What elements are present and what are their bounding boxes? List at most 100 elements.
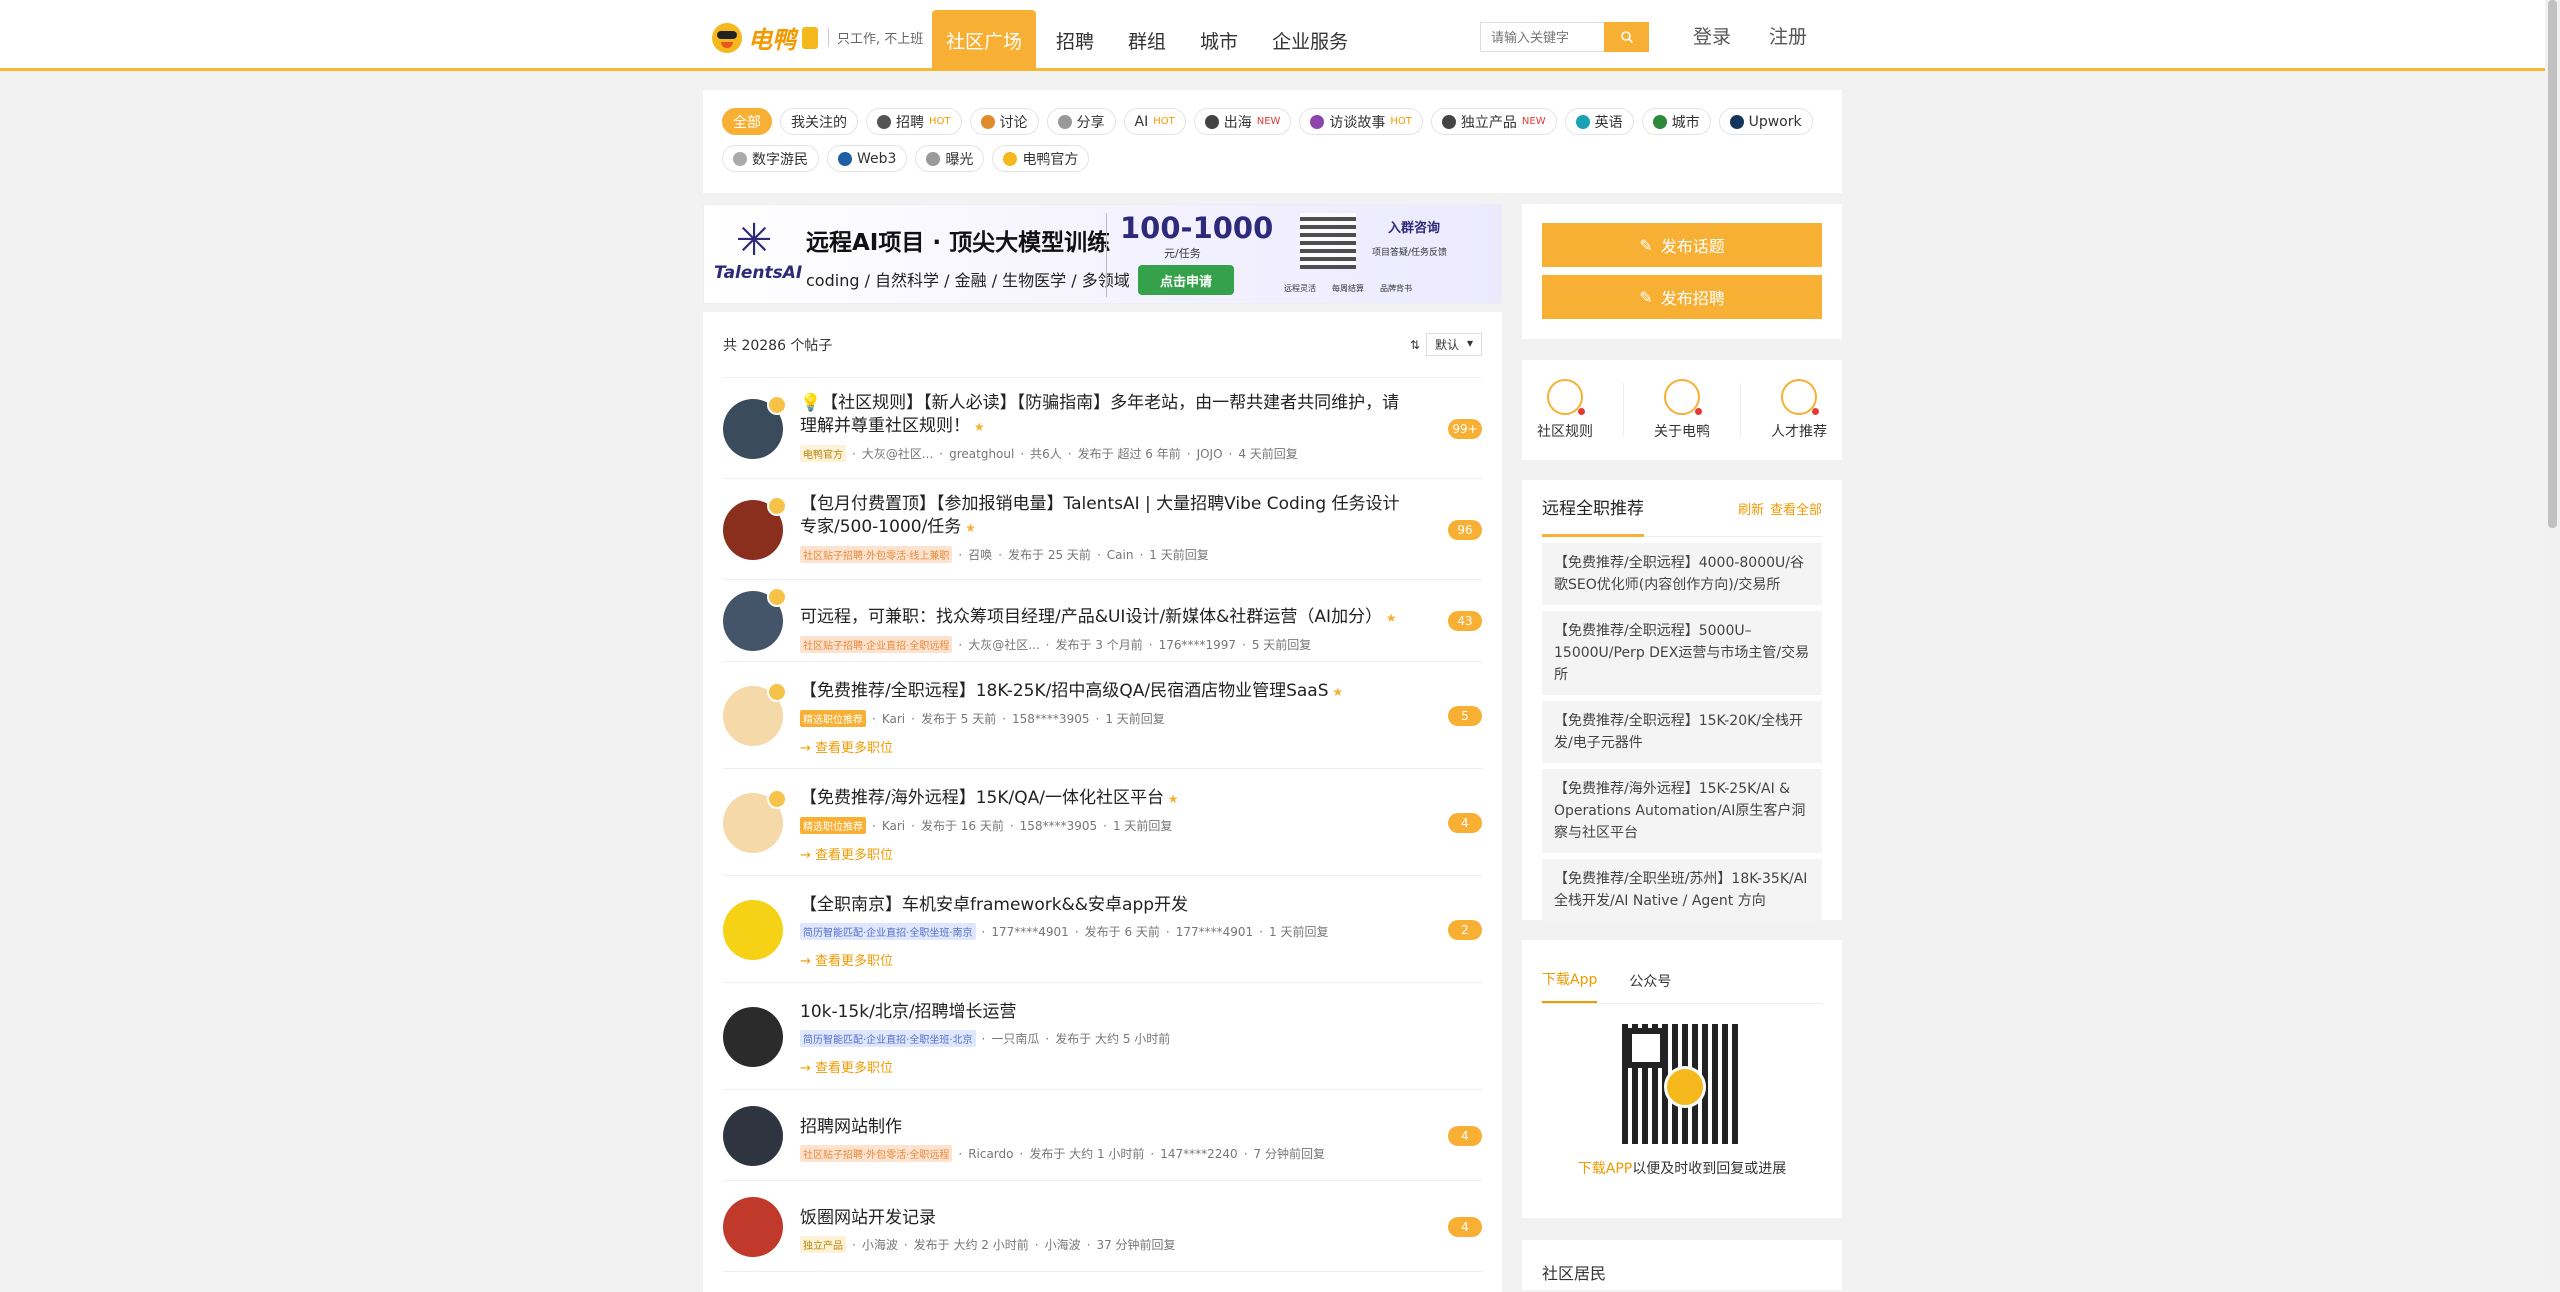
post-meta-item[interactable]: 158****3905 xyxy=(1012,712,1089,726)
post-meta-item[interactable]: 177****4901 xyxy=(991,925,1068,939)
view-more-jobs-link[interactable]: → 查看更多职位 xyxy=(800,737,1412,756)
tab-wechat[interactable]: 公众号 xyxy=(1629,971,1671,1003)
tag-nomad[interactable]: 数字游民 xyxy=(722,145,819,172)
register-link[interactable]: 注册 xyxy=(1769,22,1807,49)
nav-item[interactable]: 社区广场 xyxy=(932,10,1037,70)
post-item[interactable]: 【包月付费置顶】【参加报销电量】TalentsAI | 大量招聘Vibe Cod… xyxy=(723,479,1482,580)
tab-download-app[interactable]: 下载App xyxy=(1542,969,1598,1003)
post-category-tag[interactable]: 简历智能匹配·企业直招·全职坐班·北京 xyxy=(800,1030,976,1047)
post-category-tag[interactable]: 社区贴子招聘·企业直招·全职远程 xyxy=(800,636,953,653)
view-more-jobs-link[interactable]: → 查看更多职位 xyxy=(800,950,1412,969)
post-meta-item[interactable]: JOJO xyxy=(1197,447,1223,461)
tag-person[interactable]: 招聘 HOT xyxy=(866,108,962,135)
post-meta-item[interactable]: 176****1997 xyxy=(1159,638,1236,652)
avatar[interactable] xyxy=(723,789,787,853)
tag-item[interactable]: AI HOT xyxy=(1123,108,1186,135)
post-category-tag[interactable]: 社区贴子招聘·外包零活·线上兼职 xyxy=(800,546,953,563)
download-app-link[interactable]: 下载APP xyxy=(1578,1161,1632,1177)
job-recommendation[interactable]: 【免费推荐/全职远程】4000-8000U/谷歌SEO优化师(内容创作方向)/交… xyxy=(1542,543,1822,605)
post-topic-button[interactable]: ✎ 发布话题 xyxy=(1542,223,1822,267)
post-meta-item[interactable]: 共6人 xyxy=(1030,445,1062,462)
avatar[interactable] xyxy=(723,682,787,746)
post-category-tag[interactable]: 电鸭官方 xyxy=(800,445,846,462)
tag-item[interactable]: 我关注的 xyxy=(780,108,858,135)
scrollbar-thumb[interactable] xyxy=(2548,0,2557,528)
post-meta-item[interactable]: 一只南瓜 xyxy=(991,1030,1039,1047)
tag-web3[interactable]: Web3 xyxy=(827,145,908,172)
post-title[interactable]: 💡【社区规则】【新人必读】【防骗指南】多年老站，由一帮共建者共同维护，请理解并尊… xyxy=(800,392,1412,439)
tag-duck[interactable]: 电鸭官方 xyxy=(992,145,1090,172)
nav-item[interactable]: 群组 xyxy=(1114,10,1180,70)
search-button[interactable] xyxy=(1604,22,1649,52)
post-meta-item[interactable]: 大灰@社区... xyxy=(968,636,1039,653)
job-recommendation[interactable]: 【免费推荐/海外远程】15K-25K/AI & Operations Autom… xyxy=(1542,769,1822,853)
post-title[interactable]: 可远程，可兼职：找众筹项目经理/产品&UI设计/新媒体&社群运营（AI加分） ★ xyxy=(800,606,1412,630)
post-item[interactable]: 10k-15k/北京/招聘增长运营 简历智能匹配·企业直招·全职坐班·北京 · 一只南… xyxy=(723,983,1482,1090)
post-meta-item[interactable]: 小海波 xyxy=(862,1236,898,1253)
post-title[interactable]: 10k-15k/北京/招聘增长运营 xyxy=(800,1001,1412,1024)
tag-upwork[interactable]: Upwork xyxy=(1718,108,1813,135)
view-more-jobs-link[interactable]: → 查看更多职位 xyxy=(800,1057,1412,1076)
tag-city[interactable]: 城市 xyxy=(1641,108,1711,135)
post-item[interactable]: 饭圈网站开发记录 独立产品 · 小海波 · 发布于 大约 2 小时前 · 小海波 · 37 分钟前… xyxy=(723,1181,1482,1272)
nav-item[interactable]: 企业服务 xyxy=(1258,10,1362,70)
talentsai-banner[interactable]: ✳ TalentsAI 远程AI项目 · 顶尖大模型训练 coding / 自然… xyxy=(703,204,1502,304)
post-category-tag[interactable]: 社区贴子招聘·外包零活·全职远程 xyxy=(800,1145,953,1162)
post-item[interactable]: 招聘网站制作 社区贴子招聘·外包零活·全职远程 · Ricardo · 发布于 大约 1 … xyxy=(723,1090,1482,1181)
post-item[interactable]: 【免费推荐/全职远程】18K-25K/招中高级QA/民宿酒店物业管理SaaS ★… xyxy=(723,662,1482,769)
avatar[interactable] xyxy=(723,1106,783,1166)
community-rules-link[interactable]: 社区规则 xyxy=(1537,379,1593,441)
tag-share[interactable]: 分享 xyxy=(1046,108,1116,135)
post-meta-item[interactable]: 大灰@社区... xyxy=(862,445,933,462)
avatar[interactable] xyxy=(723,496,787,560)
post-category-tag[interactable]: 独立产品 xyxy=(800,1236,846,1253)
post-item[interactable]: 【免费推荐/海外远程】15K/QA/一体化社区平台 ★ 精选职位推荐 · Kari · 发… xyxy=(723,769,1482,876)
view-all-link[interactable]: 查看全部 xyxy=(1770,499,1822,518)
avatar[interactable] xyxy=(723,1197,783,1257)
post-item[interactable]: 可远程，可兼职：找众筹项目经理/产品&UI设计/新媒体&社群运营（AI加分） ★… xyxy=(723,580,1482,662)
job-recommendation[interactable]: 【免费推荐/全职坐班/苏州】18K-35K/AI全栈开发/AI Native /… xyxy=(1542,859,1822,921)
post-title[interactable]: 【免费推荐/全职远程】18K-25K/招中高级QA/民宿酒店物业管理SaaS ★ xyxy=(800,680,1412,704)
nav-item[interactable]: 招聘 xyxy=(1042,10,1108,70)
post-meta-item[interactable]: 158****3905 xyxy=(1020,819,1097,833)
post-category-tag[interactable]: 精选职位推荐 xyxy=(800,710,866,727)
post-item[interactable]: 【全职南京】车机安卓framework&&安卓app开发简历智能匹配·企业直招·… xyxy=(723,876,1482,983)
post-meta-item[interactable]: 召唤 xyxy=(968,546,992,563)
login-link[interactable]: 登录 xyxy=(1693,22,1731,49)
avatar[interactable] xyxy=(723,1007,783,1067)
sort-select[interactable]: 默认 ▾ xyxy=(1425,333,1482,356)
refresh-link[interactable]: 刷新 xyxy=(1738,499,1764,518)
job-recommendation[interactable]: 【免费推荐/全职远程】5000U–15000U/Perp DEX运营与市场主管/… xyxy=(1542,611,1822,695)
nav-item[interactable]: 城市 xyxy=(1186,10,1252,70)
post-meta-item[interactable]: Kari xyxy=(882,819,905,833)
post-meta-item[interactable]: Ricardo xyxy=(968,1147,1013,1161)
tag-product[interactable]: 独立产品 NEW xyxy=(1430,108,1557,135)
post-item[interactable]: 💡【社区规则】【新人必读】【防骗指南】多年老站，由一帮共建者共同维护，请理解并尊… xyxy=(723,378,1482,479)
avatar[interactable] xyxy=(723,587,787,651)
post-title[interactable]: 【包月付费置顶】【参加报销电量】TalentsAI | 大量招聘Vibe Cod… xyxy=(800,493,1412,540)
tag-chat[interactable]: 讨论 xyxy=(969,108,1039,135)
post-title[interactable]: 招聘网站制作 xyxy=(800,1116,1412,1139)
view-more-jobs-link[interactable]: → 查看更多职位 xyxy=(800,844,1412,863)
post-meta-item[interactable]: 147****2240 xyxy=(1160,1147,1237,1161)
post-meta-item[interactable]: 小海波 xyxy=(1045,1236,1081,1253)
search-input[interactable] xyxy=(1480,22,1604,52)
tag-mic[interactable]: 访谈故事 HOT xyxy=(1299,108,1423,135)
talent-link[interactable]: 人才推荐 xyxy=(1771,379,1827,441)
about-link[interactable]: 关于电鸭 xyxy=(1654,379,1710,441)
post-title[interactable]: 饭圈网站开发记录 xyxy=(800,1207,1412,1230)
tag-globe[interactable]: 英语 xyxy=(1564,108,1634,135)
post-meta-item[interactable]: Cain xyxy=(1107,548,1134,562)
post-job-button[interactable]: ✎ 发布招聘 xyxy=(1542,275,1822,319)
avatar[interactable] xyxy=(723,395,787,459)
job-recommendation[interactable]: 【免费推荐/全职远程】15K-20K/全栈开发/电子元器件 xyxy=(1542,701,1822,763)
post-category-tag[interactable]: 简历智能匹配·企业直招·全职坐班·南京 xyxy=(800,923,976,940)
post-title[interactable]: 【全职南京】车机安卓framework&&安卓app开发 xyxy=(800,894,1412,917)
post-category-tag[interactable]: 精选职位推荐 xyxy=(800,817,866,834)
site-logo[interactable]: 电鸭 只工作, 不上班 xyxy=(712,20,923,55)
post-meta-item[interactable]: Kari xyxy=(882,712,905,726)
tag-expose[interactable]: 曝光 xyxy=(915,145,985,172)
tag-item[interactable]: 全部 xyxy=(722,108,772,135)
avatar[interactable] xyxy=(723,900,783,960)
post-meta-item[interactable]: 177****4901 xyxy=(1176,925,1253,939)
